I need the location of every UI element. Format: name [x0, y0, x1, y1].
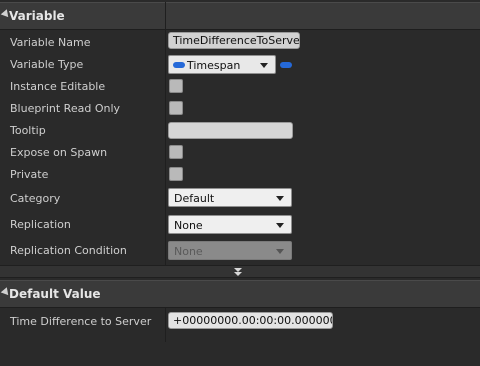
category-value: Default	[174, 192, 215, 205]
tooltip-label: Tooltip	[10, 124, 46, 137]
variable-section-title: Variable	[9, 9, 65, 23]
variable-type-label: Variable Type	[10, 58, 84, 71]
blueprint-read-only-label: Blueprint Read Only	[10, 102, 121, 115]
row-time-difference: Time Difference to Server +00000000.00:0…	[0, 309, 480, 333]
expose-on-spawn-label: Expose on Spawn	[10, 146, 108, 159]
default-value-section-title: Default Value	[9, 287, 101, 301]
row-category: Category Default	[0, 185, 480, 211]
replication-condition-value: None	[174, 245, 203, 258]
variable-type-dropdown[interactable]: Timespan	[168, 55, 276, 74]
private-label: Private	[10, 168, 49, 181]
category-dropdown[interactable]: Default	[168, 188, 292, 207]
row-private: Private	[0, 163, 480, 185]
type-pin-icon	[173, 62, 185, 68]
replication-dropdown[interactable]: None	[168, 215, 292, 234]
replication-label: Replication	[10, 218, 71, 231]
container-type-icon[interactable]	[280, 62, 292, 68]
advanced-properties-toggle[interactable]	[0, 265, 480, 278]
time-difference-label: Time Difference to Server	[10, 315, 152, 328]
time-difference-field[interactable]: +00000000.00:00:00.000000000	[168, 312, 333, 329]
private-checkbox[interactable]	[169, 167, 183, 181]
variable-section-header[interactable]: Variable	[0, 2, 480, 30]
replication-condition-label: Replication Condition	[10, 244, 127, 257]
double-chevron-down-icon	[234, 272, 242, 276]
row-tooltip: Tooltip	[0, 119, 480, 141]
instance-editable-checkbox[interactable]	[169, 79, 183, 93]
default-value-section-header[interactable]: Default Value	[0, 280, 480, 308]
variable-type-value: Timespan	[187, 59, 241, 72]
replication-value: None	[174, 219, 203, 232]
tooltip-field[interactable]	[168, 122, 293, 139]
chevron-down-icon	[276, 249, 284, 254]
variable-name-field[interactable]: TimeDifferenceToServer	[168, 32, 300, 49]
row-variable-type: Variable Type Timespan	[0, 53, 480, 75]
variable-properties: Variable Name TimeDifferenceToServer Var…	[0, 31, 480, 263]
row-expose-on-spawn: Expose on Spawn	[0, 141, 480, 163]
expose-on-spawn-checkbox[interactable]	[169, 145, 183, 159]
chevron-down-icon	[260, 63, 268, 68]
row-replication: Replication None	[0, 211, 480, 237]
row-instance-editable: Instance Editable	[0, 75, 480, 97]
variable-name-label: Variable Name	[10, 36, 91, 49]
chevron-down-icon	[276, 223, 284, 228]
row-replication-condition: Replication Condition None	[0, 237, 480, 263]
row-blueprint-read-only: Blueprint Read Only	[0, 97, 480, 119]
instance-editable-label: Instance Editable	[10, 80, 106, 93]
blueprint-read-only-checkbox[interactable]	[169, 101, 183, 115]
chevron-down-icon	[276, 196, 284, 201]
category-label: Category	[10, 192, 61, 205]
default-value-properties: Time Difference to Server +00000000.00:0…	[0, 309, 480, 333]
replication-condition-dropdown: None	[168, 241, 292, 260]
row-variable-name: Variable Name TimeDifferenceToServer	[0, 31, 480, 53]
